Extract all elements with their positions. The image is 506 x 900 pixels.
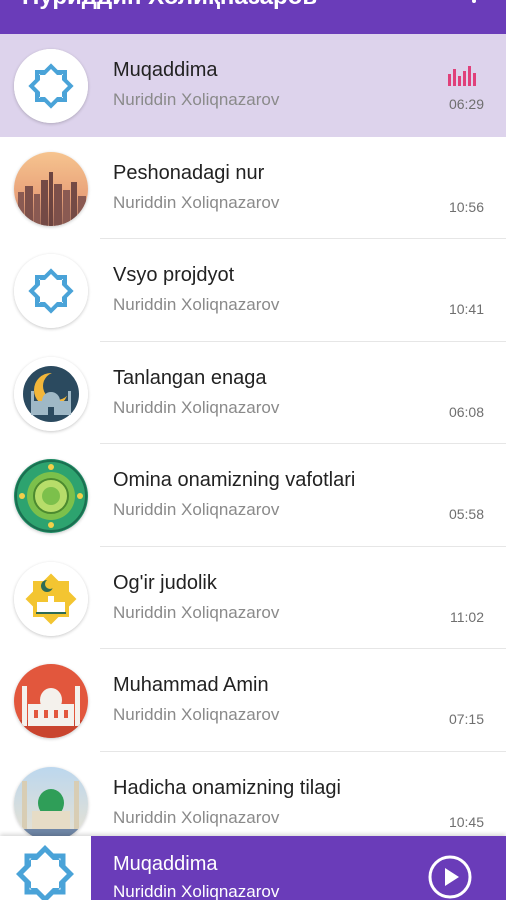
track-artist: Nuriddin Xoliqnazarov: [113, 602, 280, 622]
track-artist: Nuriddin Xoliqnazarov: [113, 192, 280, 212]
crescent-star-icon: [14, 561, 88, 636]
app-title: Нуриддин Холиқназаров: [22, 0, 317, 11]
mosque-green-icon: [14, 766, 88, 841]
city-sunset-icon: [14, 151, 88, 226]
star-icon: [14, 254, 88, 328]
track-title: Omina onamizning vafotlari: [113, 469, 356, 491]
ornament-icon: [14, 459, 88, 533]
track-duration: 05:58: [448, 506, 484, 522]
track-duration: 11:02: [450, 608, 484, 625]
app-bar: Нуриддин Холиқназаров: [0, 0, 506, 34]
track-duration: 10:41: [448, 301, 484, 317]
track-list: Muqaddima Nuriddin Xoliqnazarov 06:29 Pe…: [0, 34, 506, 854]
track-artist: Nuriddin Xoliqnazarov: [113, 705, 280, 724]
track-duration: 10:56: [448, 198, 484, 215]
track-duration: 06:08: [448, 403, 484, 420]
track-artist: Nuriddin Xoliqnazarov: [113, 807, 280, 827]
play-icon[interactable]: [427, 854, 473, 900]
track-row[interactable]: Omina onamizning vafotlari Nuriddin Xoli…: [0, 444, 506, 547]
now-playing-title: Muqaddima: [113, 853, 218, 875]
track-row[interactable]: Muhammad Amin Nuriddin Xoliqnazarov 07:1…: [0, 649, 506, 752]
track-title: Og'ir judolik: [113, 571, 217, 594]
track-artist: Nuriddin Xoliqnazarov: [113, 90, 280, 109]
track-artist: Nuriddin Xoliqnazarov: [113, 397, 280, 417]
more-options-icon[interactable]: [470, 0, 478, 8]
track-title: Hadicha onamizning tilagi: [113, 776, 341, 799]
mosque-moon-icon: [14, 356, 88, 431]
track-row[interactable]: Peshonadagi nur Nuriddin Xoliqnazarov 10…: [0, 137, 506, 239]
track-title: Muqaddima: [113, 59, 218, 81]
equalizer-icon: [448, 66, 476, 86]
track-title: Peshonadagi nur: [113, 161, 265, 184]
star-icon: [0, 836, 91, 900]
track-artist: Nuriddin Xoliqnazarov: [113, 500, 280, 519]
star-icon: [14, 49, 88, 123]
track-row[interactable]: Og'ir judolik Nuriddin Xoliqnazarov 11:0…: [0, 547, 506, 649]
track-duration: 06:29: [448, 96, 484, 112]
track-title: Vsyo projdyot: [113, 264, 235, 286]
track-row[interactable]: Vsyo projdyot Nuriddin Xoliqnazarov 10:4…: [0, 239, 506, 342]
track-duration: 10:45: [448, 813, 484, 830]
track-duration: 07:15: [448, 711, 484, 727]
now-playing-artist: Nuriddin Xoliqnazarov: [113, 882, 280, 900]
track-artist: Nuriddin Xoliqnazarov: [113, 295, 280, 314]
track-row[interactable]: Tanlangan enaga Nuriddin Xoliqnazarov 06…: [0, 342, 506, 444]
now-playing-bar[interactable]: Muqaddima Nuriddin Xoliqnazarov: [0, 836, 506, 900]
mosque-red-icon: [14, 664, 88, 738]
track-title: Tanlangan enaga: [113, 366, 267, 389]
track-row[interactable]: Muqaddima Nuriddin Xoliqnazarov 06:29: [0, 34, 506, 137]
track-title: Muhammad Amin: [113, 674, 269, 696]
